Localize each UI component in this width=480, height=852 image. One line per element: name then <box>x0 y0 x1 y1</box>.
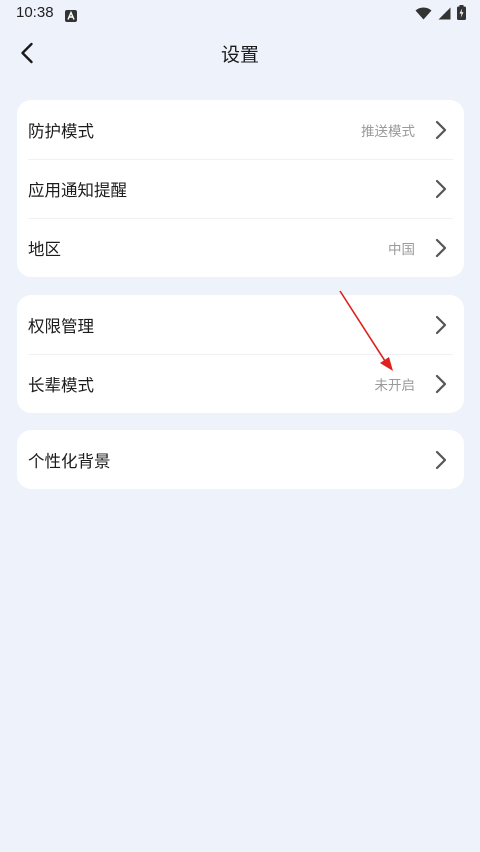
elder-mode-row[interactable]: 长辈模式 未开启 <box>17 354 464 413</box>
row-label: 防护模式 <box>28 121 94 141</box>
page-title: 设置 <box>220 44 259 66</box>
chevron-right-icon <box>435 315 447 334</box>
cell-signal-icon <box>438 5 451 24</box>
battery-charging-icon <box>457 5 466 24</box>
chevron-right-icon <box>435 179 447 198</box>
row-value: 推送模式 <box>361 123 415 140</box>
status-time: 10:38 <box>16 4 54 21</box>
row-label: 个性化背景 <box>28 451 111 471</box>
settings-card-permissions: 权限管理 长辈模式 未开启 <box>17 295 464 413</box>
row-label: 地区 <box>28 239 61 259</box>
row-label: 长辈模式 <box>28 375 94 395</box>
row-label: 应用通知提醒 <box>28 180 127 200</box>
chevron-right-icon <box>435 374 447 393</box>
protection-mode-row[interactable]: 防护模式 推送模式 <box>17 100 464 159</box>
permission-management-row[interactable]: 权限管理 <box>17 295 464 354</box>
chevron-right-icon <box>435 238 447 257</box>
app-notification-reminder-row[interactable]: 应用通知提醒 <box>17 159 464 218</box>
row-label: 权限管理 <box>28 316 94 336</box>
status-bar: 10:38 <box>0 0 480 28</box>
app-bar: 设置 <box>0 28 480 78</box>
chevron-right-icon <box>435 450 447 469</box>
status-icons <box>415 5 466 24</box>
chevron-right-icon <box>435 120 447 139</box>
row-value: 未开启 <box>374 377 416 394</box>
settings-card-general: 防护模式 推送模式 应用通知提醒 地区 中国 <box>17 100 464 277</box>
notification-a-icon <box>65 7 77 26</box>
personalized-background-row[interactable]: 个性化背景 <box>17 430 464 489</box>
row-value: 中国 <box>388 241 415 258</box>
wifi-icon <box>415 5 432 24</box>
settings-card-personalization: 个性化背景 <box>17 430 464 489</box>
region-row[interactable]: 地区 中国 <box>17 218 464 277</box>
